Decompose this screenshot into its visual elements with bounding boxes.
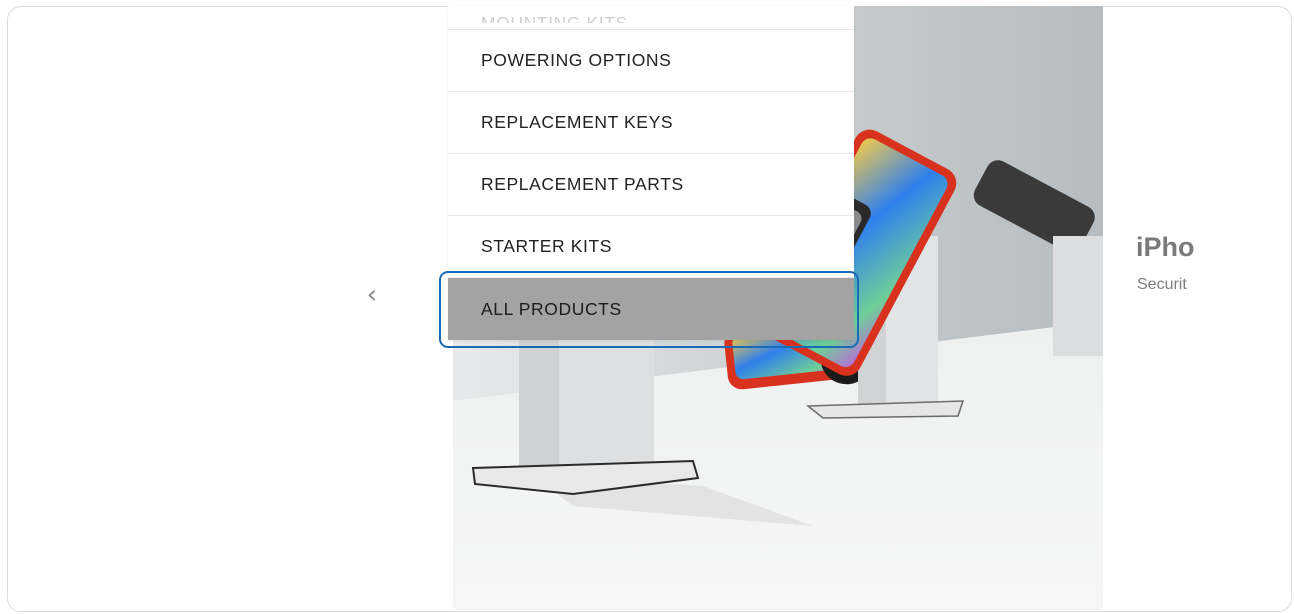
menu-item-mounting-kits[interactable]: MOUNTING KITS <box>448 6 854 30</box>
product-card-title[interactable]: iPho <box>1136 232 1200 263</box>
menu-item-replacement-parts[interactable]: REPLACEMENT PARTS <box>448 154 854 216</box>
product-card-subtitle: Securit <box>1137 276 1187 293</box>
menu-item-all-products[interactable]: ALL PRODUCTS <box>448 278 854 340</box>
menu-item-replacement-keys[interactable]: REPLACEMENT KEYS <box>448 92 854 154</box>
menu-item-starter-kits[interactable]: STARTER KITS <box>448 216 854 278</box>
dropdown-menu: MOUNTING KITS POWERING OPTIONS REPLACEME… <box>448 6 854 340</box>
chevron-left-icon: ‹ <box>366 280 378 310</box>
menu-item-powering-options[interactable]: POWERING OPTIONS <box>448 30 854 92</box>
carousel-prev-button[interactable]: ‹ <box>362 280 382 310</box>
